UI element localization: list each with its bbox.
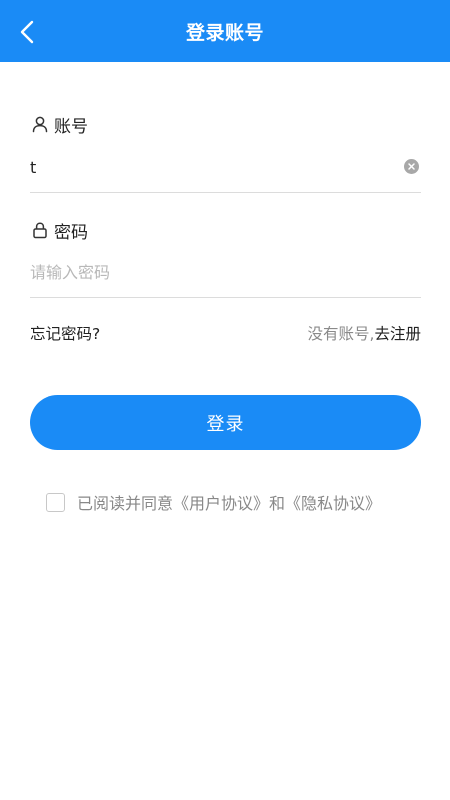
account-input[interactable]	[30, 144, 390, 190]
header-bar: 登录账号	[0, 0, 450, 62]
clear-icon	[408, 163, 415, 170]
links-row: 忘记密码? 没有账号,去注册	[30, 322, 421, 348]
account-label-row: 账号	[31, 112, 88, 137]
password-field-row	[30, 249, 421, 298]
page-title: 登录账号	[185, 22, 264, 44]
password-label: 密码	[54, 222, 88, 243]
user-icon	[32, 116, 48, 133]
agreement-and: 和	[269, 494, 286, 513]
register-area: 没有账号,去注册	[308, 322, 421, 344]
agreement-prefix: 已阅读并同意	[77, 494, 174, 513]
privacy-policy-link[interactable]: 《隐私协议》	[285, 490, 381, 514]
account-label: 账号	[54, 116, 88, 137]
login-button[interactable]: 登录	[30, 395, 421, 450]
register-link[interactable]: 去注册	[374, 325, 421, 343]
agree-checkbox[interactable]	[46, 492, 65, 512]
user-agreement-link[interactable]: 《用户协议》	[173, 490, 269, 514]
password-input[interactable]	[30, 249, 390, 295]
agreement-row: 已阅读并同意 《用户协议》 和 《隐私协议》	[46, 490, 381, 514]
clear-account-button[interactable]	[404, 159, 419, 174]
account-field-row	[30, 144, 421, 193]
forgot-password-link[interactable]: 忘记密码?	[30, 322, 100, 344]
no-account-text: 没有账号,	[307, 325, 375, 343]
login-screen: 登录账号 账号 密码 忘记密码? 没有账号,去注册	[0, 0, 450, 800]
lock-icon	[33, 222, 47, 239]
password-label-row: 密码	[31, 218, 88, 243]
